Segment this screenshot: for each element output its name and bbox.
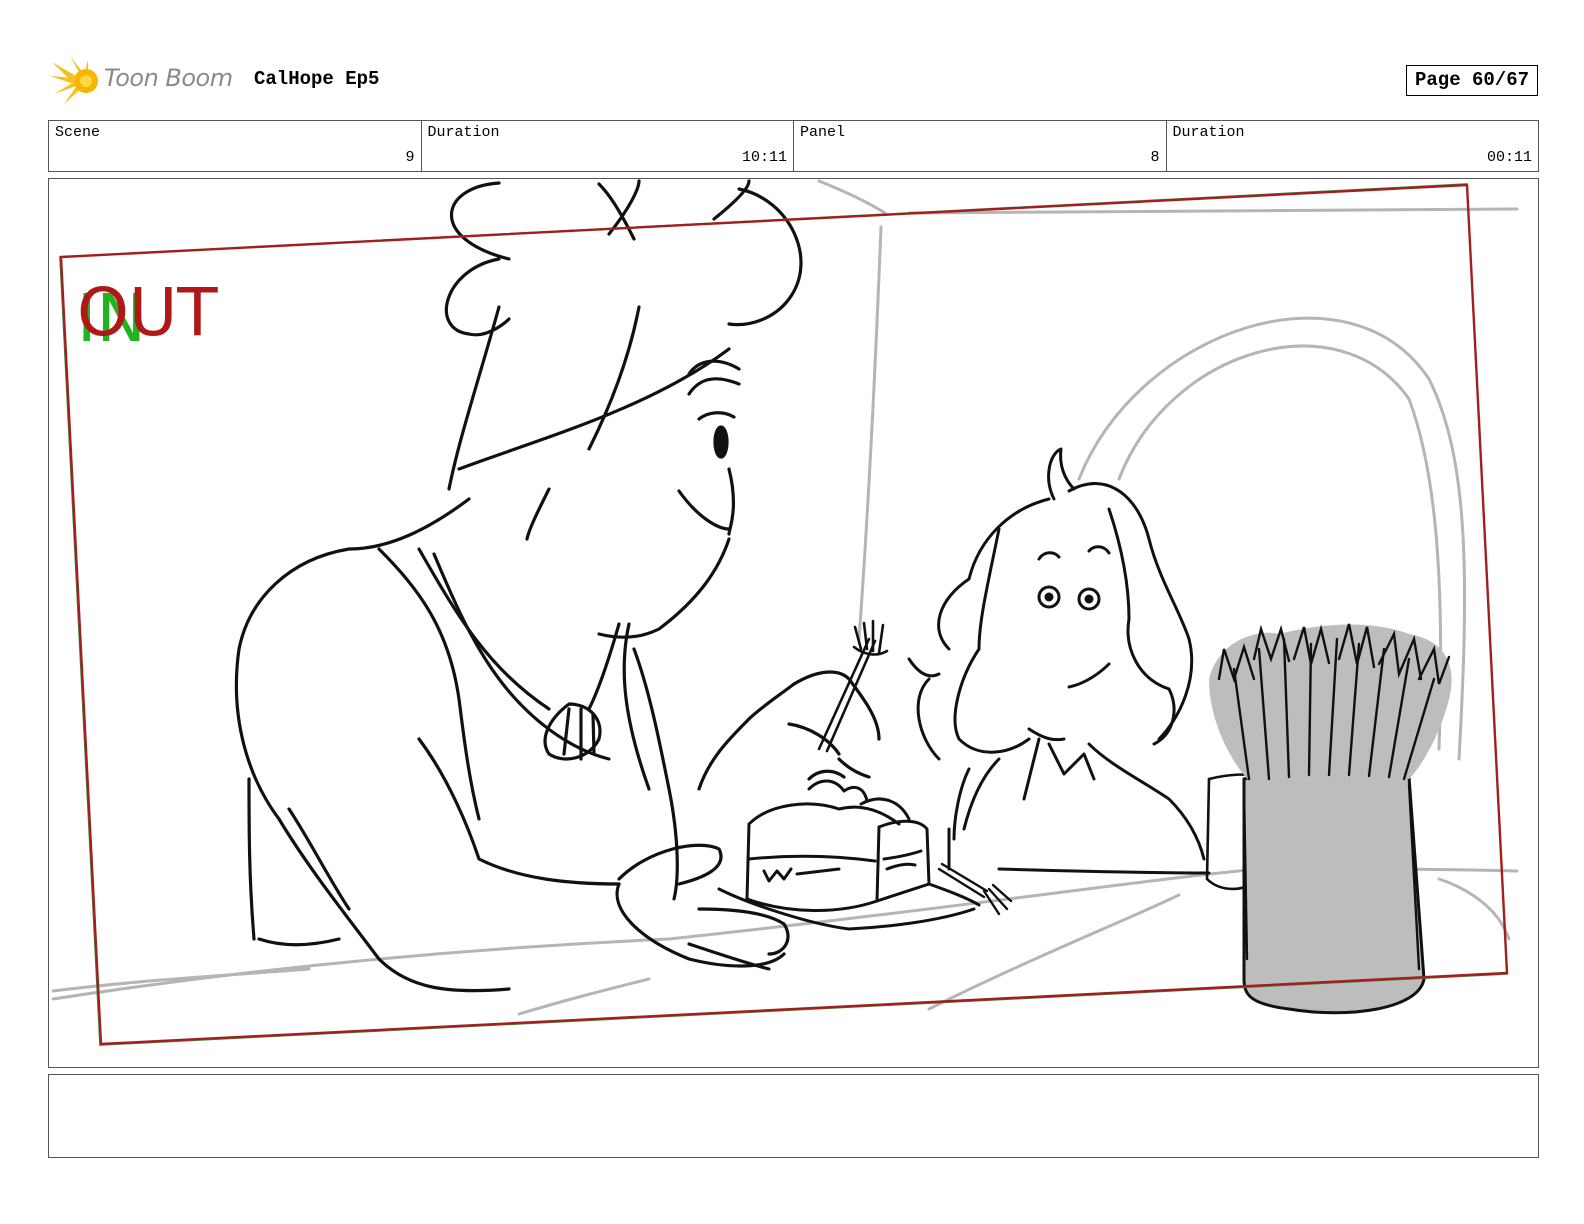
scene-label: Scene: [55, 124, 101, 141]
scene-value: 9: [405, 149, 415, 166]
panel-value: 8: [1150, 149, 1160, 166]
chef-character: [234, 179, 881, 993]
panel-duration-cell: Duration 00:11: [1167, 121, 1539, 171]
starburst-icon: [50, 56, 98, 104]
panel-drawing: IN OUT: [51, 179, 1519, 1046]
storyboard-panel: IN OUT: [48, 178, 1539, 1068]
page-indicator: Page 60/67: [1406, 65, 1538, 96]
notes-box: [48, 1074, 1539, 1158]
girl-character: [907, 447, 1211, 875]
panel-duration-label: Duration: [1172, 124, 1245, 141]
scene-cell: Scene 9: [49, 121, 422, 171]
toon-boom-logo: Toon Boom: [50, 54, 240, 108]
panel-duration-value: 00:11: [1486, 149, 1532, 166]
out-marker: OUT: [77, 274, 218, 351]
duration-label: Duration: [427, 124, 500, 141]
panel-cell: Panel 8: [794, 121, 1167, 171]
panel-label: Panel: [800, 124, 846, 141]
logo-text: Toon Boom: [104, 64, 233, 92]
duration-cell: Duration 10:11: [422, 121, 794, 171]
duration-value: 10:11: [741, 149, 787, 166]
fork-jar: [1209, 623, 1452, 1015]
project-title: CalHope Ep5: [254, 68, 380, 90]
info-table: Scene 9 Duration 10:11 Panel 8 Duration …: [48, 120, 1539, 172]
